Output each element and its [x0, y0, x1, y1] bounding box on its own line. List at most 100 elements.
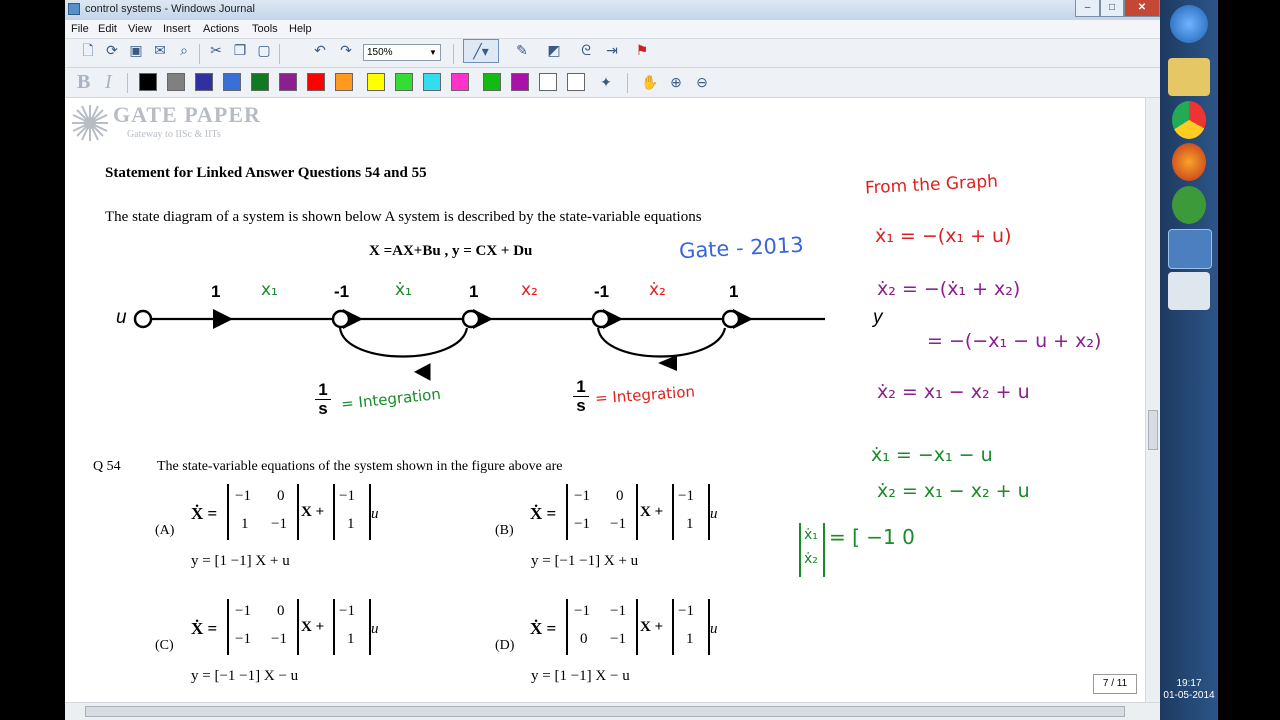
pen-toolbar: B I ✦ ✋ ⊕ ⊖	[65, 68, 1160, 98]
start-button-icon[interactable]	[1170, 5, 1208, 43]
integrator-2: 1 s	[573, 378, 589, 415]
a-matrix-a21: 1	[241, 516, 249, 532]
c-matrix-a11: −1	[235, 603, 251, 619]
color-yellow[interactable]	[367, 73, 385, 91]
zoom-select[interactable]: 150% ▼	[363, 44, 441, 61]
horizontal-scroll-thumb[interactable]	[85, 706, 1125, 717]
color-black[interactable]	[139, 73, 157, 91]
color-green[interactable]	[483, 73, 501, 91]
chevron-down-icon: ▼	[429, 48, 437, 57]
vertical-scrollbar[interactable]	[1145, 98, 1160, 702]
ink-gate-2013: Gate - 2013	[678, 232, 805, 264]
color-red[interactable]	[307, 73, 325, 91]
color-white-2[interactable]	[567, 73, 585, 91]
clock-date: 01-05-2014	[1163, 690, 1215, 701]
minimize-button[interactable]: –	[1075, 0, 1100, 17]
system-clock[interactable]: 19:17 01-05-2014	[1160, 678, 1218, 702]
color-orange[interactable]	[335, 73, 353, 91]
cut-icon[interactable]: ✂	[205, 39, 227, 61]
color-dark-green[interactable]	[251, 73, 269, 91]
menu-view[interactable]: View	[128, 23, 152, 35]
ink-matrix-form: ẋ₁ ẋ₂ = [ −1 0	[799, 523, 999, 583]
menu-edit[interactable]: Edit	[98, 23, 117, 35]
option-a-output: y = [1 −1] X + u	[191, 553, 290, 569]
color-blue[interactable]	[223, 73, 241, 91]
open-icon[interactable]: ⟳	[101, 39, 123, 61]
menu-file[interactable]: File	[71, 23, 89, 35]
close-button[interactable]: ✕	[1124, 0, 1160, 17]
italic-icon[interactable]: I	[105, 71, 112, 94]
find-icon[interactable]: ⌕	[173, 39, 195, 61]
state-equation: X =AX+Bu , y = CX + Du	[369, 243, 533, 259]
pen-tool-icon[interactable]: ╱▾	[463, 39, 499, 63]
pan-hand-icon[interactable]: ✋	[639, 71, 661, 93]
clock-time: 19:17	[1176, 678, 1202, 689]
send-icon[interactable]: ✉	[149, 39, 171, 61]
d-matrix-a12: −1	[610, 603, 626, 619]
option-b-output: y = [−1 −1] X + u	[531, 553, 639, 569]
color-magenta[interactable]	[511, 73, 529, 91]
ink-eq-x2dot-final: ẋ₂ = x₁ − x₂ + u	[877, 381, 1030, 403]
color-light-green[interactable]	[395, 73, 413, 91]
d-vector-b1: −1	[678, 603, 694, 619]
utorrent-icon[interactable]	[1172, 186, 1206, 224]
pen-settings-icon[interactable]: ✦	[595, 71, 617, 93]
a-matrix-a11: −1	[235, 488, 251, 504]
menu-tools[interactable]: Tools	[252, 23, 278, 35]
new-note-icon[interactable]: 🗋	[77, 39, 99, 61]
journal-taskbar-icon[interactable]	[1168, 229, 1212, 269]
color-white-1[interactable]	[539, 73, 557, 91]
save-icon[interactable]: ▣	[125, 39, 147, 61]
lasso-icon[interactable]: ᘓ	[575, 39, 597, 61]
option-c-equation: Ẋ = −1 0 −1 −1 X + −1 1 u	[191, 595, 401, 671]
zoom-out-icon[interactable]: ⊖	[691, 71, 713, 93]
firefox-icon[interactable]	[1172, 143, 1206, 181]
branch-arrow	[414, 363, 431, 381]
color-pink[interactable]	[451, 73, 469, 91]
journal-window: control systems - Windows Journal – □ ✕ …	[65, 0, 1160, 720]
color-purple[interactable]	[279, 73, 297, 91]
menu-actions[interactable]: Actions	[203, 23, 239, 35]
folder-icon[interactable]	[1168, 58, 1210, 96]
chrome-icon[interactable]	[1172, 101, 1206, 139]
ink-matrix-rhs: = [ −1 0	[829, 525, 915, 549]
integrator-1: 1 s	[315, 381, 331, 418]
highlighter-icon[interactable]: ✎	[511, 39, 533, 61]
branch-arrow	[213, 309, 233, 329]
node-u	[133, 309, 153, 329]
note-page[interactable]: GATE PAPER Gateway to IISc & IITs Statem…	[65, 98, 1145, 702]
bold-icon[interactable]: B	[77, 71, 90, 94]
a-matrix-a22: −1	[271, 516, 287, 532]
undo-icon[interactable]: ↶	[309, 39, 331, 61]
zoom-in-icon[interactable]: ⊕	[665, 71, 687, 93]
d-matrix-a11: −1	[574, 603, 590, 619]
color-navy[interactable]	[195, 73, 213, 91]
zoom-value: 150%	[367, 47, 393, 58]
option-b-equation: Ẋ = −1 0 −1 −1 X + −1 1 u	[530, 480, 740, 556]
copy-icon[interactable]: ❐	[229, 39, 251, 61]
horizontal-scrollbar[interactable]	[65, 702, 1160, 720]
integrator-2-num: 1	[576, 377, 586, 396]
color-gray[interactable]	[167, 73, 185, 91]
menu-insert[interactable]: Insert	[163, 23, 191, 35]
question-number: Q 54	[93, 459, 121, 474]
ink-x2-label: x₂	[521, 280, 538, 300]
vertical-scroll-thumb[interactable]	[1148, 410, 1158, 450]
paste-icon[interactable]: ▢	[253, 39, 275, 61]
eraser-icon[interactable]: ◩	[543, 39, 565, 61]
option-a-label: (A)	[155, 523, 175, 538]
option-d-output: y = [1 −1] X − u	[531, 668, 630, 684]
node-x2dot	[721, 309, 741, 329]
integrator-2-den: s	[573, 396, 589, 415]
gain-3: 1	[469, 282, 479, 301]
insert-space-icon[interactable]: ⇥	[601, 39, 623, 61]
color-cyan[interactable]	[423, 73, 441, 91]
window-taskbar-icon[interactable]	[1168, 272, 1210, 310]
maximize-button[interactable]: □	[1100, 0, 1124, 17]
window-title: control systems - Windows Journal	[85, 3, 255, 15]
redo-icon[interactable]: ↷	[335, 39, 357, 61]
menu-help[interactable]: Help	[289, 23, 312, 35]
gain-1: 1	[211, 282, 221, 301]
gain-2: -1	[334, 282, 350, 301]
flag-icon[interactable]: ⚑	[631, 39, 653, 61]
